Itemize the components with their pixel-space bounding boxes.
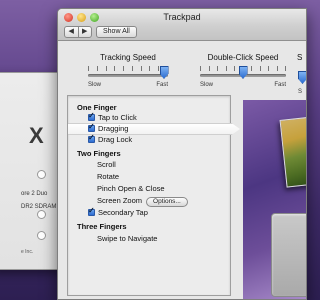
double-click-speed-track[interactable] [200, 66, 286, 79]
nav-segmented-control: ◀ ▶ [64, 26, 92, 38]
window-title: Trackpad [163, 12, 201, 22]
tracking-speed-thumb[interactable] [159, 66, 169, 79]
tracking-speed-slider-group: Tracking Speed Slow Fast [88, 53, 169, 88]
slider-ticks [88, 66, 168, 71]
section-heading-three-fingers: Three Fingers [77, 222, 127, 231]
forward-arrow-icon[interactable]: ▶ [79, 27, 92, 37]
drag-lock-label: Drag Lock [98, 135, 133, 144]
scrolling-speed-label: S [297, 53, 303, 62]
double-click-speed-thumb[interactable] [238, 66, 248, 79]
list-item-tap-to-click[interactable]: Tap to Click [88, 111, 137, 124]
back-arrow-icon[interactable]: ◀ [65, 27, 79, 37]
title-bar[interactable]: Trackpad ◀ ▶ Show All [58, 9, 306, 41]
gesture-list: One Finger Tap to Click Dragging Drag Lo… [67, 95, 240, 296]
tracking-speed-track[interactable] [88, 66, 169, 79]
preview-photo [279, 116, 306, 188]
list-item-drag-lock[interactable]: Drag Lock [88, 133, 133, 146]
double-click-speed-label: Double-Click Speed [207, 53, 279, 62]
list-item-swipe-to-navigate[interactable]: Swipe to Navigate [87, 234, 157, 245]
tracking-speed-label: Tracking Speed [100, 53, 156, 62]
slow-label: S [298, 89, 303, 95]
section-heading-two-fingers: Two Fingers [77, 149, 121, 158]
dragging-label: Dragging [98, 124, 129, 133]
list-item-pinch-open-close[interactable]: Pinch Open & Close [87, 184, 165, 195]
slider-end-labels: Slow Fast [200, 82, 286, 88]
radio-icon [37, 170, 46, 179]
fast-label: Fast [274, 82, 286, 88]
double-click-speed-slider-group: Double-Click Speed Slow Fast [200, 53, 286, 88]
checkbox-checked-icon[interactable] [88, 123, 95, 132]
scrolling-speed-thumb[interactable] [298, 71, 306, 84]
os-version-title: X [29, 123, 44, 148]
trackpad-illustration [271, 213, 306, 297]
trackpad-preferences-window: Trackpad ◀ ▶ Show All Tracking Speed Slo… [57, 8, 307, 300]
checkbox-checked-icon[interactable] [88, 133, 95, 143]
memory-text: DR2 SDRAM [21, 204, 57, 210]
list-item-screen-zoom[interactable]: Screen Zoom Options... [87, 196, 188, 207]
show-all-button[interactable]: Show All [96, 26, 137, 38]
fast-label: Fast [156, 82, 168, 88]
processor-text: ore 2 Duo [21, 191, 48, 197]
checkbox-checked-icon[interactable] [88, 111, 95, 121]
secondary-tap-label: Secondary Tap [98, 208, 148, 217]
radio-icon [37, 231, 46, 240]
options-button[interactable]: Options... [146, 197, 188, 207]
slow-label: Slow [88, 82, 102, 88]
about-this-mac-window: X ore 2 Duo DR2 SDRAM e Inc. [0, 72, 64, 270]
copyright-text: e Inc. [21, 249, 34, 255]
list-item-secondary-tap[interactable]: Secondary Tap [88, 206, 148, 219]
screen-zoom-label: Screen Zoom [97, 196, 143, 205]
tap-to-click-label: Tap to Click [98, 113, 137, 122]
radio-icon [37, 210, 46, 219]
gesture-preview [243, 100, 306, 299]
list-item-rotate[interactable]: Rotate [87, 172, 119, 183]
slow-label: Slow [200, 82, 214, 88]
list-item-scroll[interactable]: Scroll [87, 160, 116, 171]
slider-end-labels: Slow Fast [88, 82, 168, 88]
checkbox-checked-icon[interactable] [88, 206, 95, 216]
